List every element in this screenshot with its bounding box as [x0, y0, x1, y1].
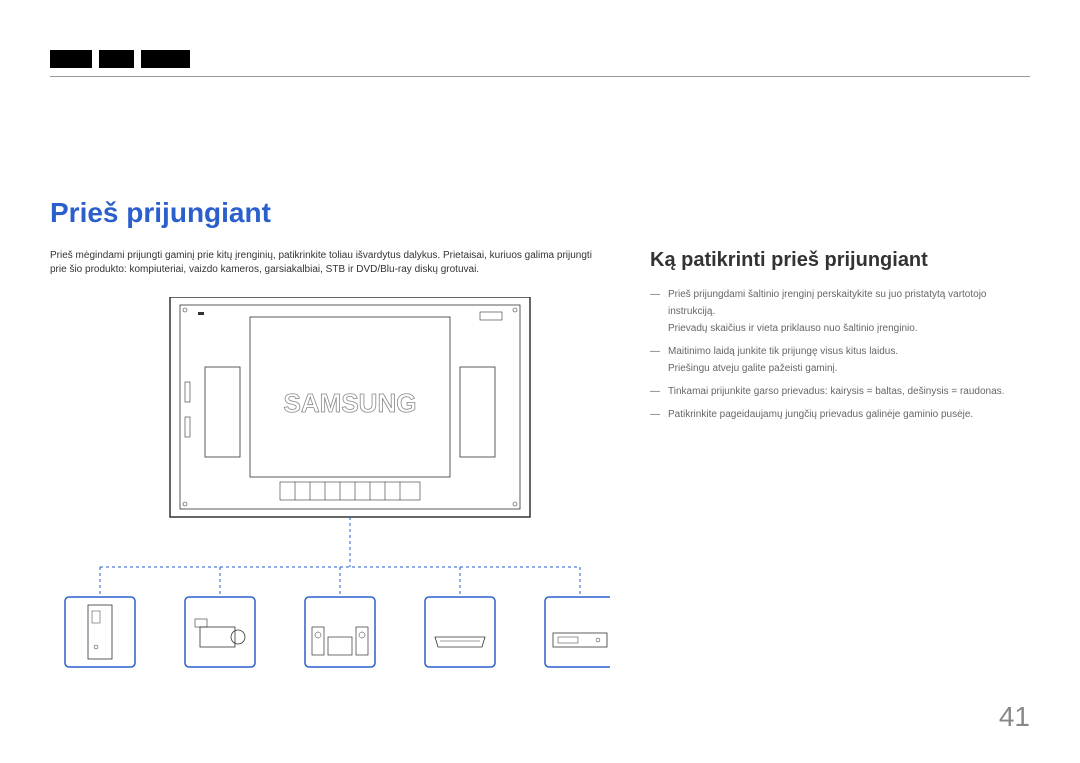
- connection-diagram: SAMSUNG: [50, 297, 610, 677]
- header-fragment: [50, 50, 190, 68]
- main-title: Prieš prijungiant: [50, 197, 1030, 229]
- diagram: SAMSUNG: [50, 297, 610, 682]
- checklist-item-text: Patikrinkite pageidaujamų jungčių prieva…: [668, 409, 973, 420]
- checklist-item-text: Tinkamai prijunkite garso prievadus: kai…: [668, 386, 1004, 397]
- page-container: Prieš prijungiant Prieš mėgindami prijun…: [0, 0, 1080, 763]
- page-number: 41: [999, 701, 1030, 733]
- device-speakers-icon: [305, 597, 375, 667]
- intro-text: Prieš mėgindami prijungti gaminį prie ki…: [50, 249, 610, 277]
- checklist-item-text: Maitinimo laidą junkite tik prijungę vis…: [668, 346, 898, 357]
- device-bluray-icon: [545, 597, 610, 667]
- checklist-item: Maitinimo laidą junkite tik prijungę vis…: [650, 343, 1030, 377]
- checklist-item: Tinkamai prijunkite garso prievadus: kai…: [650, 383, 1030, 400]
- right-column: Ką patikrinti prieš prijungiant Prieš pr…: [650, 249, 1030, 682]
- checklist-heading: Ką patikrinti prieš prijungiant: [650, 249, 1030, 272]
- device-stb-icon: [425, 597, 495, 667]
- checklist-item-text: Prieš prijungdami šaltinio įrenginį pers…: [668, 289, 986, 317]
- header-bar: [50, 50, 1030, 77]
- device-camcorder-icon: [185, 597, 255, 667]
- device-pc-icon: [65, 597, 135, 667]
- checklist-item-sub: Prievadų skaičius ir vieta priklauso nuo…: [668, 320, 1030, 337]
- checklist-item: Prieš prijungdami šaltinio įrenginį pers…: [650, 286, 1030, 337]
- checklist-item-sub: Priešingu atveju galite pažeisti gaminį.: [668, 360, 1030, 377]
- checklist-item: Patikrinkite pageidaujamų jungčių prieva…: [650, 406, 1030, 423]
- columns: Prieš mėgindami prijungti gaminį prie ki…: [50, 249, 1030, 682]
- left-column: Prieš mėgindami prijungti gaminį prie ki…: [50, 249, 610, 682]
- brand-text: SAMSUNG: [284, 388, 417, 418]
- checklist: Prieš prijungdami šaltinio įrenginį pers…: [650, 286, 1030, 423]
